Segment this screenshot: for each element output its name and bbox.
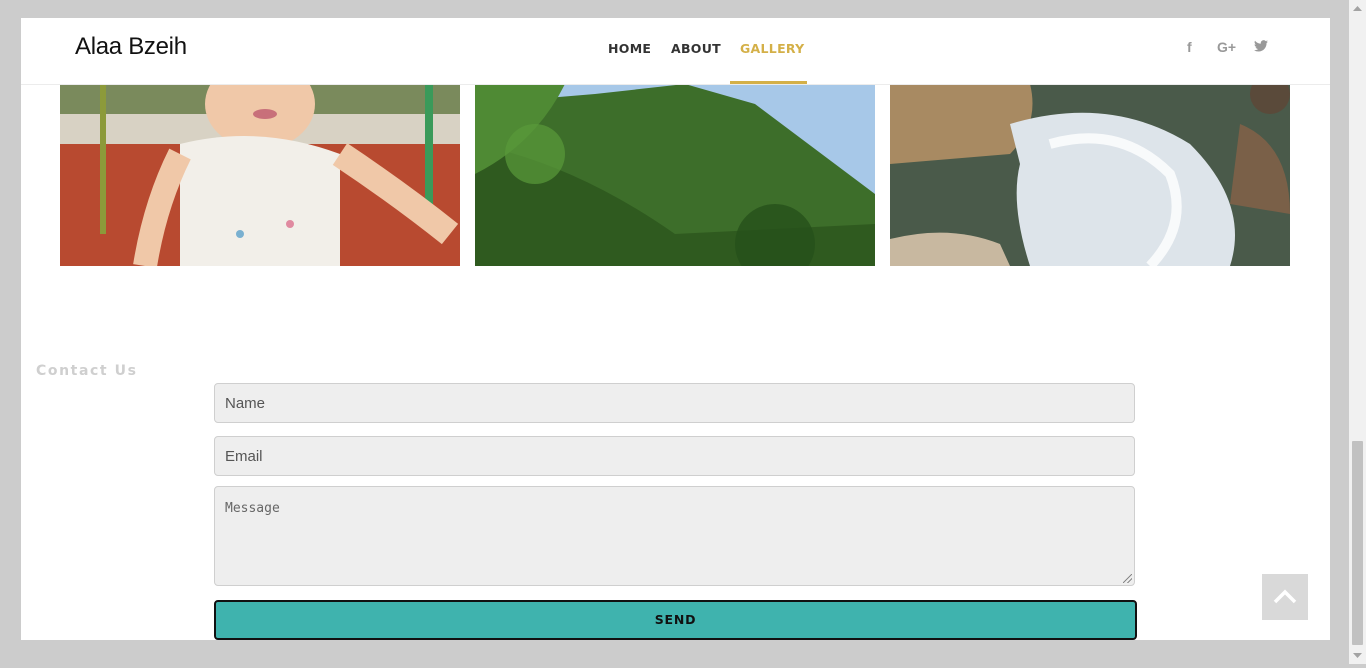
twitter-icon[interactable] (1254, 40, 1268, 56)
scroll-up-arrow[interactable] (1349, 0, 1366, 17)
facebook-icon[interactable]: f (1187, 39, 1192, 55)
scrollbar[interactable] (1349, 0, 1366, 664)
contact-title: Contact Us (36, 363, 138, 379)
nav-home[interactable]: HOME (608, 41, 651, 56)
page: Alaa Bzeih HOME ABOUT GALLERY f G+ Conta… (21, 18, 1330, 640)
gallery-image-waterfall[interactable] (890, 84, 1290, 266)
gallery-image-mountain[interactable] (475, 84, 875, 266)
google-plus-icon[interactable]: G+ (1217, 39, 1236, 55)
gallery-image-toddler[interactable] (60, 84, 460, 266)
scroll-down-arrow[interactable] (1349, 647, 1366, 664)
brand-logo[interactable]: Alaa Bzeih (75, 33, 187, 61)
resize-handle[interactable] (1123, 574, 1132, 583)
message-placeholder: Message (225, 501, 280, 516)
nav-gallery[interactable]: GALLERY (740, 41, 805, 56)
name-input[interactable]: Name (214, 383, 1135, 423)
email-input[interactable]: Email (214, 436, 1135, 476)
scroll-thumb[interactable] (1352, 441, 1363, 645)
message-textarea[interactable]: Message (214, 486, 1135, 586)
send-button[interactable]: SEND (214, 600, 1137, 640)
back-to-top-button[interactable] (1262, 574, 1308, 620)
nav-active-indicator (730, 81, 807, 84)
nav-about[interactable]: ABOUT (671, 41, 721, 56)
chevron-up-icon (1273, 589, 1297, 604)
navbar: Alaa Bzeih HOME ABOUT GALLERY f G+ (21, 18, 1330, 85)
